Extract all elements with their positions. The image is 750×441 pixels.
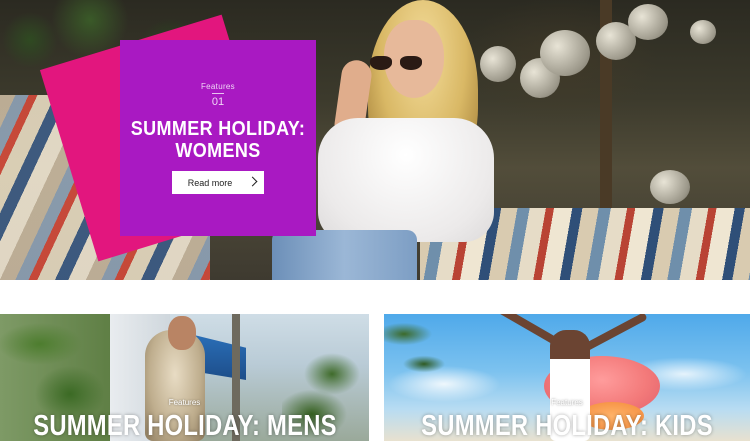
feature-kicker: Features (201, 82, 235, 91)
feature-title-line-2: WOMENS (175, 140, 261, 162)
feature-title-line-1: SUMMER HOLIDAY: (130, 118, 306, 140)
feature-number: 01 (211, 93, 225, 108)
male-model-head (168, 316, 196, 350)
model-top (318, 118, 494, 242)
palm-leaves (384, 314, 454, 404)
tile-kicker: Features (168, 398, 201, 407)
sunglasses-icon (370, 56, 426, 72)
tile-title[interactable]: SUMMER HOLIDAY: MENS (33, 410, 336, 441)
read-more-label: Read more (187, 177, 233, 188)
feature-tile-mens[interactable]: Features SUMMER HOLIDAY: MENS (0, 314, 369, 441)
feature-tile-kids[interactable]: Features SUMMER HOLIDAY: KIDS (384, 314, 750, 441)
tile-title[interactable]: SUMMER HOLIDAY: KIDS (417, 410, 717, 441)
tile-kicker: Features (551, 398, 583, 407)
chevron-right-icon (247, 176, 258, 187)
hero-banner[interactable]: Features 01 SUMMER HOLIDAY: WOMENS Read … (0, 0, 750, 280)
read-more-button[interactable]: Read more (172, 171, 264, 194)
feature-title: SUMMER HOLIDAY: WOMENS (130, 118, 306, 162)
feature-panel: Features 01 SUMMER HOLIDAY: WOMENS Read … (120, 40, 316, 236)
model-jeans (272, 230, 417, 280)
